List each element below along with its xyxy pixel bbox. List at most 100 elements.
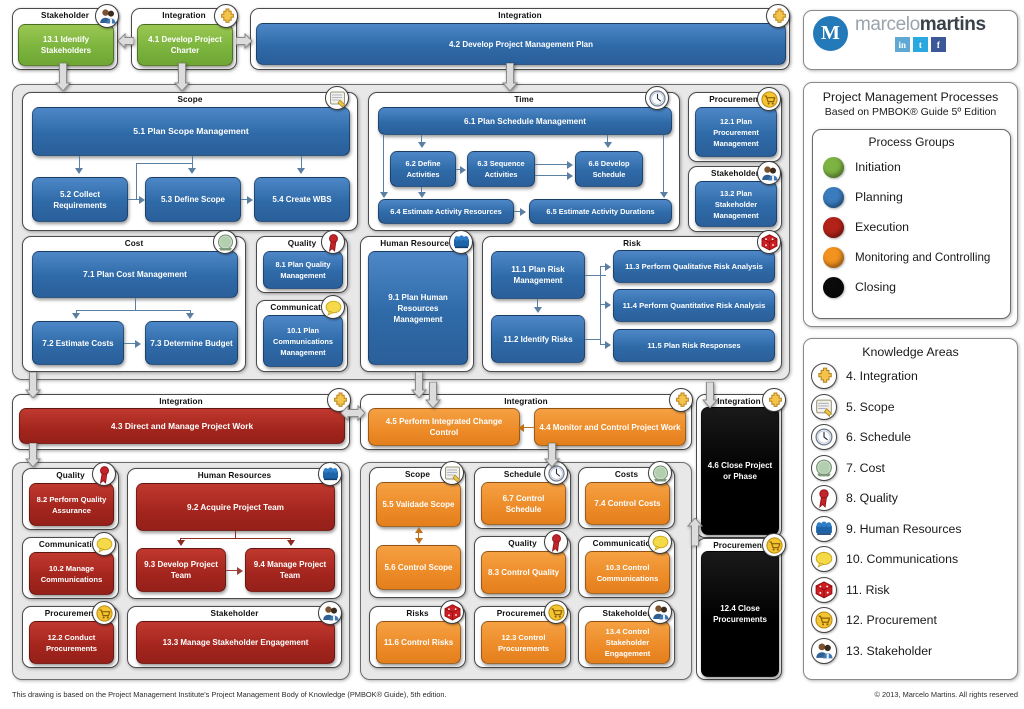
process-13-3[interactable]: 13.3 Manage Stakeholder Engagement: [136, 621, 335, 664]
process-8-2[interactable]: 8.2 Perform Quality Assurance: [29, 483, 114, 526]
process-6-6[interactable]: 6.6 Develop Schedule: [575, 151, 643, 187]
arrow-43-down: [24, 442, 42, 472]
ribbon-icon: [92, 462, 116, 486]
process-6-2[interactable]: 6.2 Define Activities: [390, 151, 456, 187]
arrow-42-down: [501, 62, 519, 96]
stakeholder-icon: [757, 161, 781, 185]
process-11-3[interactable]: 11.3 Perform Qualitative Risk Analysis: [613, 250, 775, 283]
knowledge-area-stakeholder: 13. Stakeholder: [804, 636, 1017, 667]
cart-icon: [811, 607, 837, 634]
process-11-4[interactable]: 11.4 Perform Quantitative Risk Analysis: [613, 289, 775, 322]
process-11-1[interactable]: 11.1 Plan Risk Management: [491, 251, 585, 299]
process-7-2[interactable]: 7.2 Estimate Costs: [32, 321, 124, 365]
process-6-4[interactable]: 6.4 Estimate Activity Resources: [378, 199, 514, 224]
puzzle-icon: [762, 388, 786, 412]
group-title: Cost: [124, 239, 144, 248]
process-5-3[interactable]: 5.3 Define Scope: [145, 177, 241, 222]
process-7-4[interactable]: 7.4 Control Costs: [585, 482, 670, 525]
speech-icon: [321, 295, 345, 319]
group-title: Stakeholder: [210, 609, 259, 618]
knowledge-area-label: 13. Stakeholder: [846, 643, 933, 658]
process-11-6[interactable]: 11.6 Control Risks: [376, 621, 461, 664]
dice-icon: [757, 230, 781, 254]
process-9-1[interactable]: 9.1 Plan Human Resources Management: [368, 251, 468, 365]
page-subtitle: Based on PMBOK® Guide 5º Edition: [824, 106, 997, 118]
process-5-6[interactable]: 5.6 Control Scope: [376, 545, 461, 590]
knowledge-area-integration: 4. Integration: [804, 361, 1017, 392]
clock-icon: [645, 86, 669, 110]
process-12-2[interactable]: 12.2 Conduct Procurements: [29, 621, 114, 664]
process-5-5[interactable]: 5.5 Validade Scope: [376, 482, 461, 527]
process-8-3[interactable]: 8.3 Control Quality: [481, 551, 566, 594]
ribbon-icon: [811, 485, 837, 512]
arrow-planning-to-change-control: [424, 381, 442, 413]
process-12-4[interactable]: 12.4 Close Procurements: [701, 551, 779, 677]
group-title: Integration: [498, 11, 542, 20]
group-stakeholder-execution: Stakeholder 13.3 Manage Stakeholder Enga…: [127, 606, 342, 668]
process-4-6[interactable]: 4.6 Close Project or Phase: [701, 407, 779, 535]
legend-initiation: Initiation: [813, 152, 1010, 182]
arrow-44-down: [543, 442, 561, 472]
process-7-1[interactable]: 7.1 Plan Cost Management: [32, 251, 238, 298]
process-6-3[interactable]: 6.3 Sequence Activities: [467, 151, 535, 187]
arrow-131-down: [54, 62, 72, 96]
process-12-3[interactable]: 12.3 Control Procurements: [481, 621, 566, 664]
process-12-1[interactable]: 12.1 Plan Procurement Management: [695, 107, 777, 157]
process-13-2[interactable]: 13.2 Plan Stakeholder Management: [695, 181, 777, 227]
group-integration-execution: Integration 4.3 Direct and Manage Projec…: [12, 394, 350, 450]
process-5-1[interactable]: 5.1 Plan Scope Management: [32, 107, 350, 156]
group-scope-planning: Scope 5.1 Plan Scope Management 5.2 Coll…: [22, 92, 358, 231]
process-4-5[interactable]: 4.5 Perform Integrated Change Control: [368, 408, 520, 446]
scroll-icon: [811, 393, 837, 420]
process-9-2[interactable]: 9.2 Acquire Project Team: [136, 483, 335, 531]
facebook-icon[interactable]: f: [930, 37, 946, 52]
closing-color-swatch: [823, 276, 844, 298]
process-8-1[interactable]: 8.1 Plan Quality Management: [263, 251, 343, 289]
process-groups-title: Process Groups: [868, 135, 955, 149]
knowledge-area-label: 9. Human Resources: [846, 521, 962, 536]
process-6-1[interactable]: 6.1 Plan Schedule Management: [378, 107, 672, 135]
arrow-into-closing-procurement: [686, 517, 704, 551]
process-9-4[interactable]: 9.4 Manage Project Team: [245, 548, 335, 592]
process-4-4[interactable]: 4.4 Monitor and Control Project Work: [534, 408, 686, 446]
process-7-3[interactable]: 7.3 Determine Budget: [145, 321, 238, 365]
footer-attribution: This drawing is based on the Project Man…: [12, 690, 447, 699]
stakeholder-icon: [95, 4, 119, 28]
process-10-1[interactable]: 10.1 Plan Communications Management: [263, 315, 343, 367]
process-4-1[interactable]: 4.1 Develop Project Charter: [137, 24, 233, 66]
legend-label: Closing: [855, 280, 897, 294]
arrow-planning-to-closing: [701, 381, 719, 413]
legend-execution: Execution: [813, 212, 1010, 242]
initiation-color-swatch: [823, 156, 844, 178]
people-icon: [811, 515, 837, 542]
process-5-2[interactable]: 5.2 Collect Requirements: [32, 177, 128, 222]
process-10-2[interactable]: 10.2 Manage Communications: [29, 552, 114, 595]
ribbon-icon: [321, 230, 345, 254]
process-6-5[interactable]: 6.5 Estimate Activity Durations: [529, 199, 672, 224]
coin-icon: [648, 461, 672, 485]
brand-name-bold: martins: [919, 14, 986, 35]
knowledge-areas-card: Knowledge Areas 4. Integration 5. Scope …: [803, 338, 1018, 680]
process-6-7[interactable]: 6.7 Control Schedule: [481, 482, 566, 525]
coin-icon: [213, 230, 237, 254]
process-11-5[interactable]: 11.5 Plan Risk Responses: [613, 329, 775, 362]
arrow-41-down: [173, 62, 191, 96]
process-4-3[interactable]: 4.3 Direct and Manage Project Work: [19, 408, 345, 444]
knowledge-area-human-resources: 9. Human Resources: [804, 514, 1017, 545]
twitter-icon[interactable]: t: [912, 37, 928, 52]
speech-icon: [92, 532, 116, 556]
process-11-2[interactable]: 11.2 Identify Risks: [491, 315, 585, 363]
process-9-3[interactable]: 9.3 Develop Project Team: [136, 548, 226, 592]
puzzle-icon: [766, 4, 790, 28]
dice-icon: [811, 576, 837, 603]
linkedin-icon[interactable]: in: [894, 37, 910, 52]
process-4-2[interactable]: 4.2 Develop Project Management Plan: [256, 23, 786, 65]
process-13-1[interactable]: 13.1 Identify Stakeholders: [18, 24, 114, 66]
process-13-4[interactable]: 13.4 Control Stakeholder Engagement: [585, 621, 670, 664]
coin-icon: [811, 454, 837, 481]
process-10-3[interactable]: 10.3 Control Communications: [585, 551, 670, 594]
process-5-4[interactable]: 5.4 Create WBS: [254, 177, 350, 222]
group-title: Integration: [159, 397, 203, 406]
puzzle-icon: [811, 363, 837, 390]
group-time-planning: Time 6.1 Plan Schedule Management 6.2 De…: [368, 92, 680, 231]
